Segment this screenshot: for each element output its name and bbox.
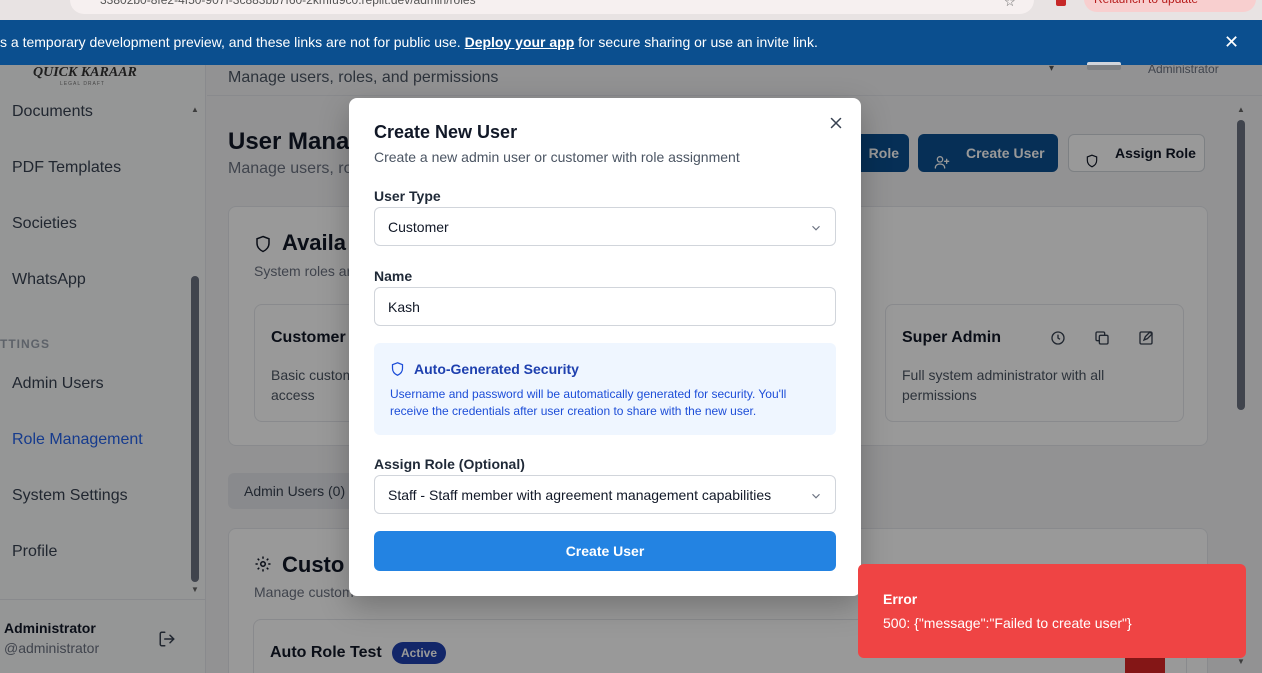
shield-icon — [390, 361, 405, 382]
create-user-dialog: Create New User Create a new admin user … — [349, 98, 861, 596]
banner-message: s a temporary development preview, and t… — [0, 34, 818, 50]
assign-role-value: Staff - Staff member with agreement mana… — [388, 487, 772, 503]
relaunch-update-button[interactable]: Relaunch to update — [1084, 0, 1256, 12]
address-bar[interactable]: 33802b0-8fe2-4f50-907f-3c883bb7f60-2kmfu… — [70, 0, 1034, 14]
extension-icon[interactable] — [1056, 0, 1066, 6]
security-info-box: Auto-Generated Security Username and pas… — [374, 343, 836, 435]
user-type-label: User Type — [374, 188, 441, 204]
assign-role-select[interactable]: Staff - Staff member with agreement mana… — [374, 475, 836, 514]
user-type-select[interactable]: Customer — [374, 207, 836, 246]
name-field[interactable] — [374, 287, 836, 326]
name-label: Name — [374, 268, 413, 284]
close-icon[interactable] — [827, 114, 845, 132]
user-type-value: Customer — [388, 219, 449, 235]
browser-chrome: 33802b0-8fe2-4f50-907f-3c883bb7f60-2kmfu… — [0, 0, 1262, 20]
error-toast[interactable]: Error 500: {"message":"Failed to create … — [858, 564, 1246, 658]
toast-title: Error — [883, 591, 918, 607]
bookmark-star-icon[interactable]: ☆ — [1004, 0, 1016, 10]
create-user-submit-button[interactable]: Create User — [374, 531, 836, 571]
banner-close-icon[interactable]: ✕ — [1224, 32, 1239, 53]
assign-role-label: Assign Role (Optional) — [374, 456, 525, 472]
toast-message: 500: {"message":"Failed to create user"} — [883, 615, 1132, 631]
dialog-subtitle: Create a new admin user or customer with… — [374, 149, 740, 165]
info-title: Auto-Generated Security — [414, 361, 579, 377]
banner-text-before: s a temporary development preview, and t… — [0, 34, 465, 50]
deploy-app-link[interactable]: Deploy your app — [465, 34, 575, 50]
chevron-down-icon — [809, 489, 823, 506]
info-text: Username and password will be automatica… — [390, 387, 787, 418]
dialog-title: Create New User — [374, 122, 518, 142]
preview-banner: s a temporary development preview, and t… — [0, 20, 1262, 65]
banner-text-after: for secure sharing or use an invite link… — [574, 34, 818, 50]
chevron-down-icon — [809, 221, 823, 238]
